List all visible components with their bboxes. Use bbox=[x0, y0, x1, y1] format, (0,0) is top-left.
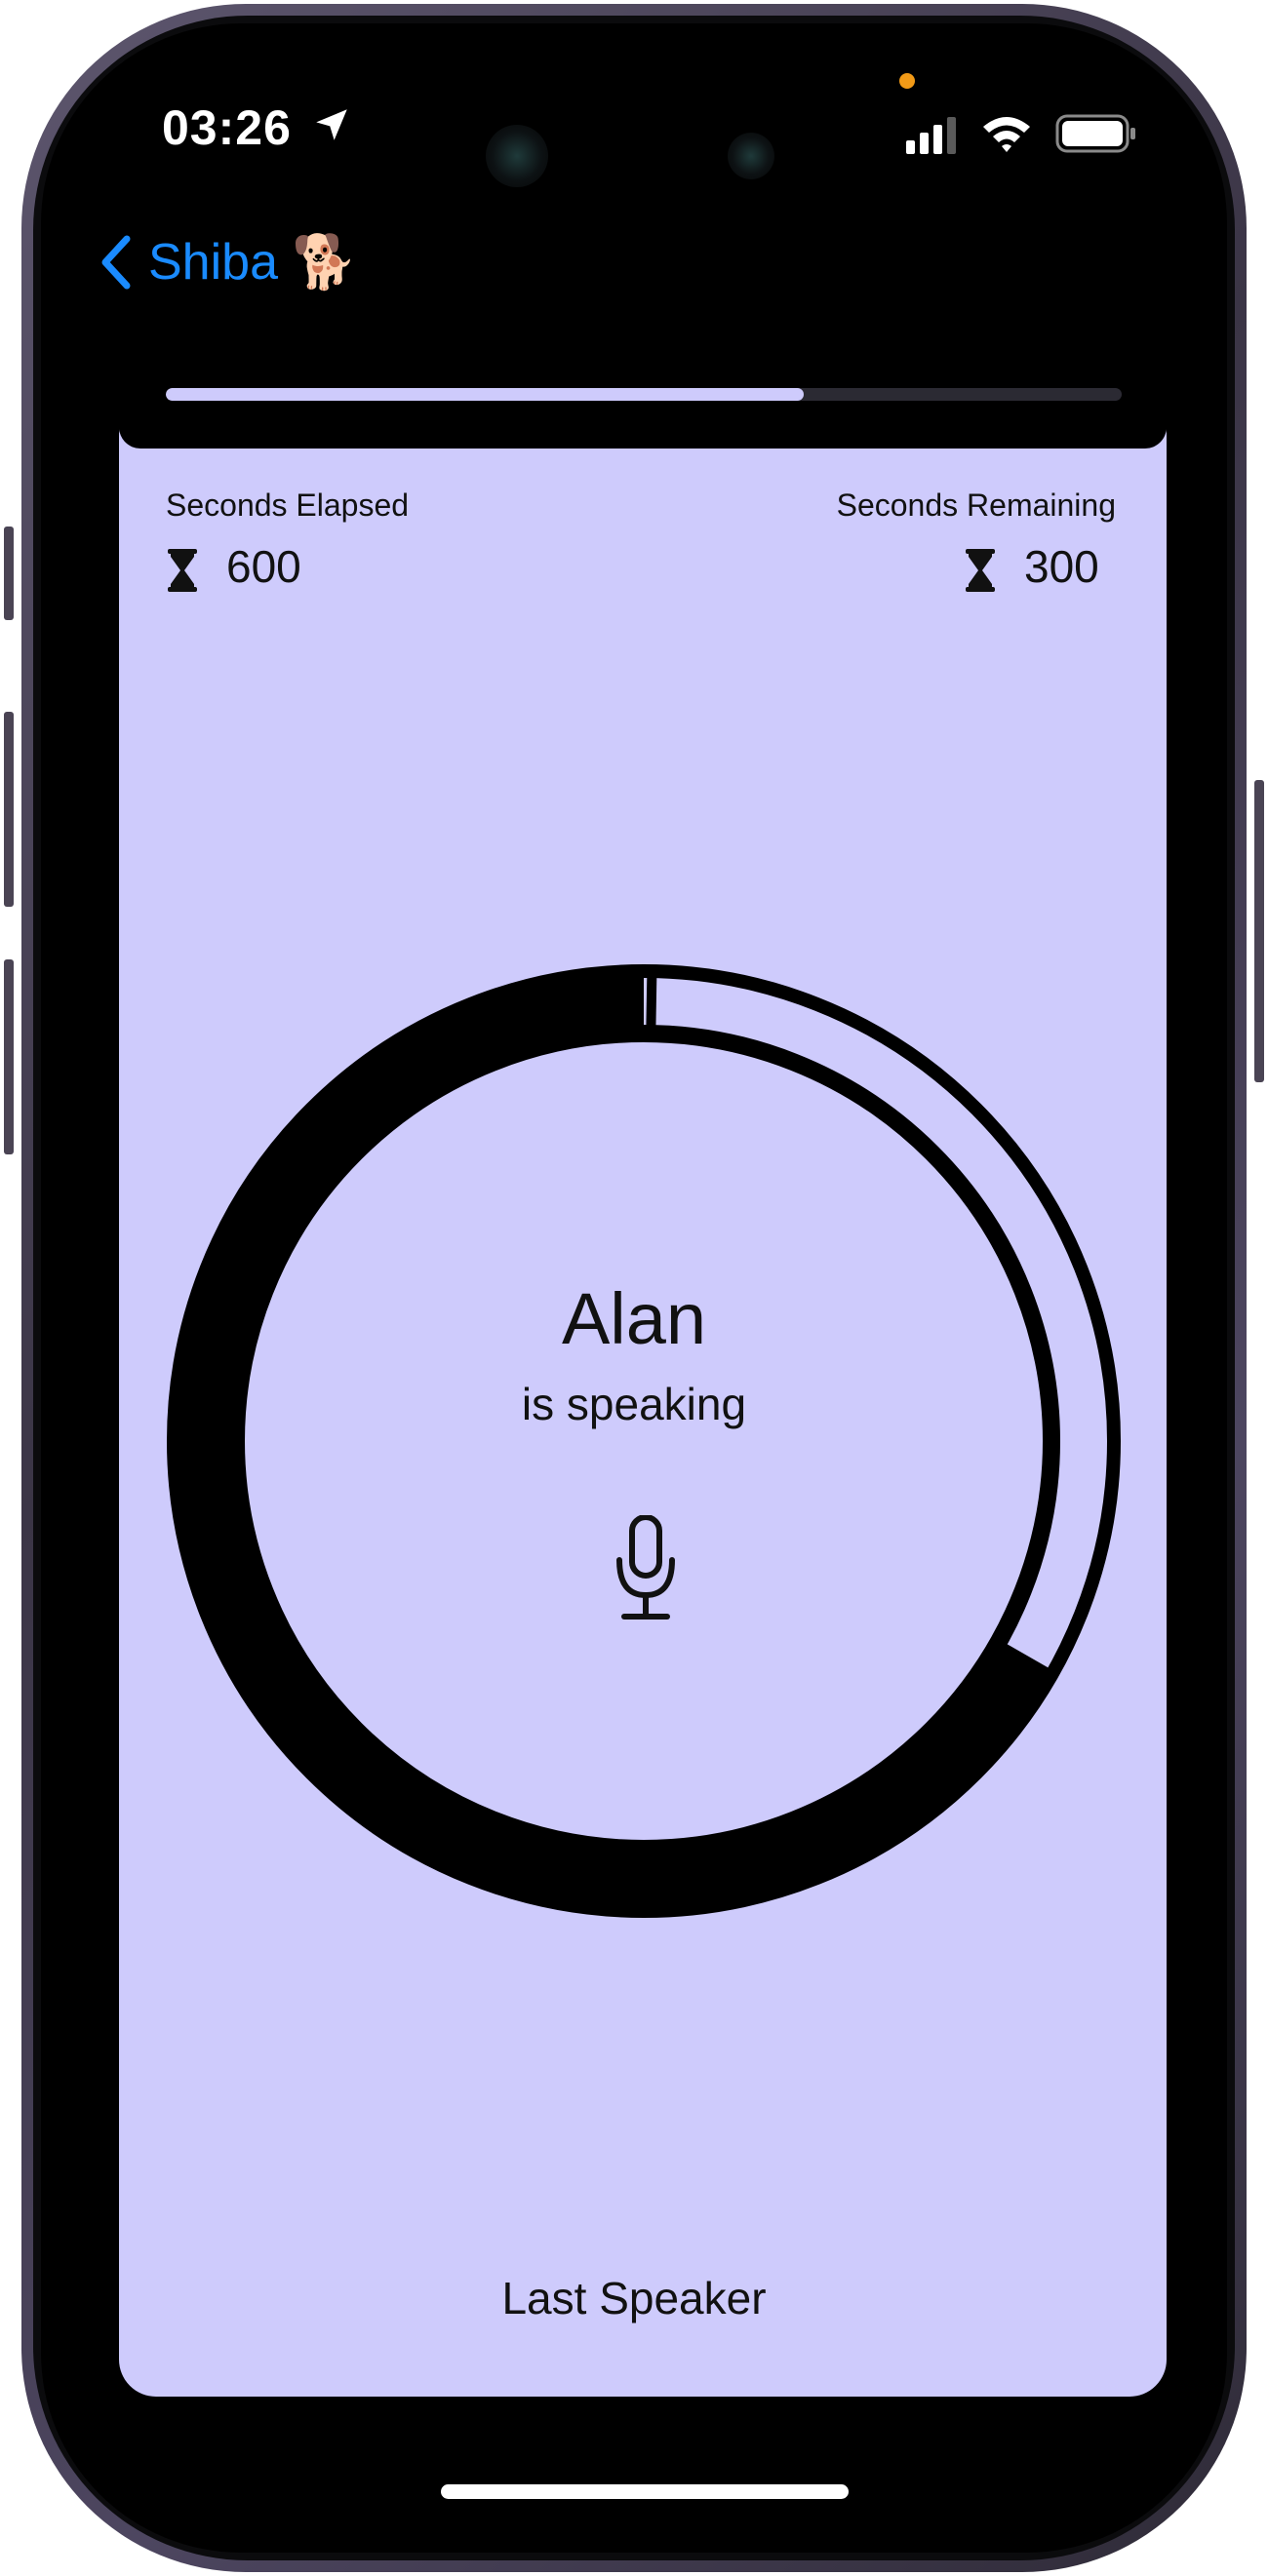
privacy-indicator-dot bbox=[899, 73, 915, 89]
face-id-sensor bbox=[728, 133, 774, 179]
phone-device: 03:26 Shiba 🐕 Seconds Elapsed 600 Second… bbox=[0, 0, 1268, 2576]
mute-switch bbox=[4, 527, 14, 620]
speaker-status: is speaking bbox=[521, 1379, 747, 1429]
speaker-name: Alan bbox=[561, 1278, 707, 1359]
battery-icon bbox=[1055, 114, 1135, 153]
seconds-elapsed-value: 600 bbox=[226, 541, 301, 592]
ring-segment-tick bbox=[646, 970, 657, 1034]
status-time: 03:26 bbox=[162, 100, 292, 155]
back-button-label: Shiba bbox=[148, 234, 278, 291]
last-speaker-label: Last Speaker bbox=[501, 2273, 767, 2323]
chevron-left-icon bbox=[101, 235, 131, 290]
dog-emoji: 🐕 bbox=[292, 231, 358, 293]
volume-down-button bbox=[4, 959, 14, 1154]
status-bar: 03:26 bbox=[41, 23, 1227, 187]
seconds-remaining-label: Seconds Remaining bbox=[836, 488, 1116, 523]
back-button[interactable]: Shiba 🐕 bbox=[96, 223, 357, 301]
meeting-progress-fill bbox=[166, 388, 804, 401]
ring-inner-circle bbox=[227, 1025, 1060, 1857]
speaker-timer-ring bbox=[167, 964, 1121, 1918]
power-button bbox=[1254, 780, 1264, 1082]
location-arrow-icon bbox=[316, 109, 347, 140]
meeting-progress-bar bbox=[166, 388, 1122, 401]
meeting-progress-band bbox=[119, 398, 1167, 449]
hourglass-icon bbox=[966, 549, 995, 592]
hourglass-icon bbox=[168, 549, 197, 592]
volume-up-button bbox=[4, 712, 14, 907]
cellular-signal-icon bbox=[906, 117, 956, 154]
front-camera bbox=[486, 125, 548, 187]
home-indicator[interactable] bbox=[441, 2484, 849, 2499]
seconds-elapsed-label: Seconds Elapsed bbox=[166, 488, 410, 523]
microphone-icon bbox=[616, 1515, 675, 1620]
wifi-icon bbox=[983, 117, 1030, 152]
seconds-remaining-value: 300 bbox=[1024, 541, 1099, 592]
